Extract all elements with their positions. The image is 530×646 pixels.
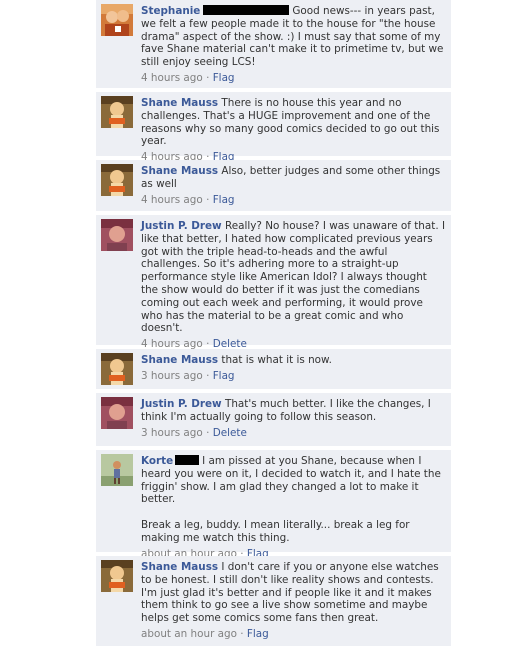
comment-author[interactable]: Korte bbox=[141, 455, 173, 467]
stephanie-avatar-icon bbox=[101, 4, 133, 36]
meta-separator: · bbox=[206, 426, 210, 439]
avatar[interactable] bbox=[101, 219, 133, 251]
comment-meta: 3 hours ago · Flag bbox=[141, 370, 446, 383]
comment-item: Korte I am pissed at you Shane, because w… bbox=[96, 450, 451, 560]
flag-link[interactable]: Flag bbox=[213, 72, 235, 84]
shane-avatar-icon bbox=[101, 164, 133, 196]
comment-author[interactable]: Justin P. Drew bbox=[141, 398, 222, 410]
comment-item: Stephanie Good news--- in years past, we … bbox=[96, 0, 451, 88]
comment-meta: 3 hours ago · Delete bbox=[141, 427, 446, 440]
comment-item: Justin P. Drew That's much better. I lik… bbox=[96, 393, 451, 446]
comment-thread: Stephanie Good news--- in years past, we … bbox=[96, 0, 451, 646]
redacted-block bbox=[203, 5, 290, 15]
comment-timestamp: about an hour ago bbox=[141, 627, 237, 640]
comment-text: Really? No house? I was unaware of that.… bbox=[141, 220, 446, 335]
shane-avatar-icon bbox=[101, 96, 133, 128]
shane-avatar-icon bbox=[101, 560, 133, 592]
comment-item: Shane Mauss I don't care if you or anyon… bbox=[96, 556, 451, 646]
comment-text-paragraph: Break a leg, buddy. I mean literally... … bbox=[141, 519, 410, 544]
comment-author[interactable]: Stephanie bbox=[141, 5, 200, 17]
flag-link[interactable]: Flag bbox=[213, 194, 235, 206]
flag-link[interactable]: Flag bbox=[213, 370, 235, 382]
comment-meta: 4 hours ago · Flag bbox=[141, 72, 446, 85]
comment-author[interactable]: Shane Mauss bbox=[141, 354, 218, 366]
comment-meta: about an hour ago · Flag bbox=[141, 628, 446, 641]
comment-text: that is what it is now. bbox=[221, 354, 332, 366]
comment-item: Shane Mauss Also, better judges and some… bbox=[96, 160, 451, 211]
flag-link[interactable]: Flag bbox=[247, 628, 269, 640]
meta-separator: · bbox=[206, 193, 210, 206]
meta-separator: · bbox=[206, 369, 210, 382]
avatar[interactable] bbox=[101, 353, 133, 385]
comment-author[interactable]: Shane Mauss bbox=[141, 165, 218, 177]
meta-separator: · bbox=[206, 71, 210, 84]
comment-author[interactable]: Shane Mauss bbox=[141, 561, 218, 573]
avatar[interactable] bbox=[101, 560, 133, 592]
comment-item: Justin P. Drew Really? No house? I was u… bbox=[96, 215, 451, 350]
comment-meta: 4 hours ago · Flag bbox=[141, 194, 446, 207]
avatar[interactable] bbox=[101, 454, 133, 486]
comment-author[interactable]: Justin P. Drew bbox=[141, 220, 222, 232]
meta-separator: · bbox=[240, 627, 244, 640]
comment-timestamp: 3 hours ago bbox=[141, 369, 203, 382]
korte-avatar-icon bbox=[101, 454, 133, 486]
comment-item: Shane Mauss There is no house this year … bbox=[96, 92, 451, 163]
comment-timestamp: 3 hours ago bbox=[141, 426, 203, 439]
redacted-block bbox=[175, 455, 200, 465]
avatar[interactable] bbox=[101, 4, 133, 36]
comment-timestamp: 4 hours ago bbox=[141, 71, 203, 84]
avatar[interactable] bbox=[101, 397, 133, 429]
avatar[interactable] bbox=[101, 96, 133, 128]
justin-avatar-icon bbox=[101, 397, 133, 429]
comment-timestamp: 4 hours ago bbox=[141, 193, 203, 206]
avatar[interactable] bbox=[101, 164, 133, 196]
comment-author[interactable]: Shane Mauss bbox=[141, 97, 218, 109]
justin-avatar-icon bbox=[101, 219, 133, 251]
shane-avatar-icon bbox=[101, 353, 133, 385]
comment-item: Shane Mauss that is what it is now. 3 ho… bbox=[96, 349, 451, 389]
delete-link[interactable]: Delete bbox=[213, 427, 247, 439]
